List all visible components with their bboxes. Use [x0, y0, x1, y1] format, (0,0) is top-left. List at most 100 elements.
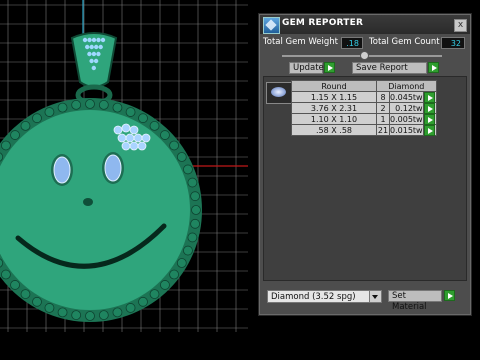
gem-app-icon [263, 17, 280, 34]
ring-bead [20, 121, 31, 131]
row-size: 1.15 X 1.15 [291, 91, 377, 103]
ring-bead [183, 164, 193, 175]
cluster-gem [129, 141, 139, 151]
ring-bead [169, 269, 179, 280]
ring-bead [149, 121, 160, 131]
cluster-gem [141, 133, 151, 143]
table-row[interactable]: .58 X .58 21 0.015tw [291, 124, 437, 136]
bail-gem [93, 58, 99, 64]
gem-table: Round Diamond 1.15 X 1.15 8 0.045tw 3.76… [291, 80, 437, 136]
row-size: 1.10 X 1.10 [291, 113, 377, 125]
left-eye-gem [53, 156, 71, 184]
row-weight: 0.015tw [389, 124, 424, 136]
bail-gem [96, 37, 101, 43]
row-select-go-icon[interactable] [423, 114, 435, 125]
bail-gem [89, 44, 94, 50]
total-gem-count-value: 32 [441, 37, 465, 49]
ring-bead [160, 130, 170, 140]
row-go-cell [422, 124, 437, 136]
bail-gem [82, 37, 88, 43]
bail-gem [98, 44, 103, 50]
ring-bead [44, 107, 55, 117]
ring-bead [160, 280, 170, 290]
bail-gem [100, 37, 106, 43]
right-eye-gem [104, 154, 122, 182]
panel-title: GEM REPORTER [282, 18, 364, 28]
ring-bead [20, 289, 31, 299]
ring-bead [71, 100, 82, 110]
update-button[interactable]: Update [289, 62, 324, 74]
ring-bead [57, 102, 68, 113]
cluster-gem [137, 141, 147, 151]
row-go-cell [422, 91, 437, 103]
ring-bead [71, 310, 82, 320]
panel-titlebar[interactable]: GEM REPORTER x [260, 15, 470, 34]
total-gem-count-label: Total Gem Count [369, 37, 440, 47]
row-go-cell [422, 102, 437, 114]
save-report-button-label: Save Report [356, 63, 408, 73]
ring-bead [10, 280, 20, 290]
row-count: 8 [376, 91, 390, 103]
bail-gem [94, 44, 99, 50]
row-select-go-icon[interactable] [423, 125, 435, 136]
ring-bead [169, 140, 179, 151]
ring-bead [191, 205, 201, 215]
row-select-go-icon[interactable] [423, 103, 435, 114]
ring-bead [149, 289, 160, 299]
row-weight: 0.045tw [389, 91, 424, 103]
set-material-button[interactable]: Set Material [388, 290, 442, 312]
update-go-icon[interactable] [324, 62, 335, 73]
ring-bead [85, 311, 95, 321]
table-row[interactable]: 3.76 X 2.31 2 0.12tw [291, 102, 437, 114]
ring-bead [44, 303, 55, 313]
set-material-go-icon[interactable] [444, 290, 455, 301]
row-size: 3.76 X 2.31 [291, 102, 377, 114]
row-size: .58 X .58 [291, 124, 377, 136]
cluster-gem [129, 125, 139, 135]
save-report-button[interactable]: Save Report [352, 62, 427, 74]
chevron-down-icon[interactable] [369, 291, 381, 302]
close-button[interactable]: x [454, 19, 467, 32]
ring-bead [190, 191, 200, 202]
row-count: 1 [376, 113, 390, 125]
bail-gem [96, 51, 101, 57]
ring-bead [85, 99, 95, 109]
ring-bead [176, 152, 187, 162]
cluster-gem [121, 141, 131, 151]
table-row[interactable]: 1.10 X 1.10 1 0.005tw [291, 113, 437, 125]
ring-bead [98, 310, 109, 320]
set-material-button-label: Set Material [392, 291, 427, 312]
ring-bead [57, 307, 68, 318]
row-weight: 0.12tw [389, 102, 424, 114]
ring-bead [176, 258, 187, 268]
bail-gem [91, 65, 97, 71]
total-gem-weight-value: .18 [341, 37, 363, 49]
save-report-go-icon[interactable] [428, 62, 439, 73]
viewport-scene [0, 0, 248, 332]
ring-bead [187, 232, 198, 243]
row-weight: 0.005tw [389, 113, 424, 125]
ring-bead [112, 102, 123, 113]
ring-bead [32, 296, 42, 307]
cluster-gem [133, 133, 143, 143]
ring-bead [10, 130, 20, 140]
row-count: 21 [376, 124, 390, 136]
row-select-go-icon[interactable] [423, 92, 435, 103]
slider-handle[interactable] [360, 51, 369, 60]
table-header-row: Round Diamond [291, 80, 437, 92]
3d-viewport[interactable] [0, 0, 248, 332]
header-material: Diamond [376, 80, 437, 92]
material-select[interactable]: Diamond (3.52 spg) [267, 290, 382, 303]
nose [83, 198, 93, 206]
close-icon: x [457, 20, 464, 30]
cluster-gem [117, 133, 127, 143]
table-row[interactable]: 1.15 X 1.15 8 0.045tw [291, 91, 437, 103]
ring-bead [1, 140, 11, 151]
gem-thumbnail-icon[interactable] [266, 82, 292, 104]
background-bottom [0, 332, 480, 360]
cluster-gem [121, 123, 131, 133]
bail-gem [89, 58, 94, 64]
ring-bead [138, 113, 148, 124]
ring-bead [98, 100, 109, 110]
row-go-cell [422, 113, 437, 125]
